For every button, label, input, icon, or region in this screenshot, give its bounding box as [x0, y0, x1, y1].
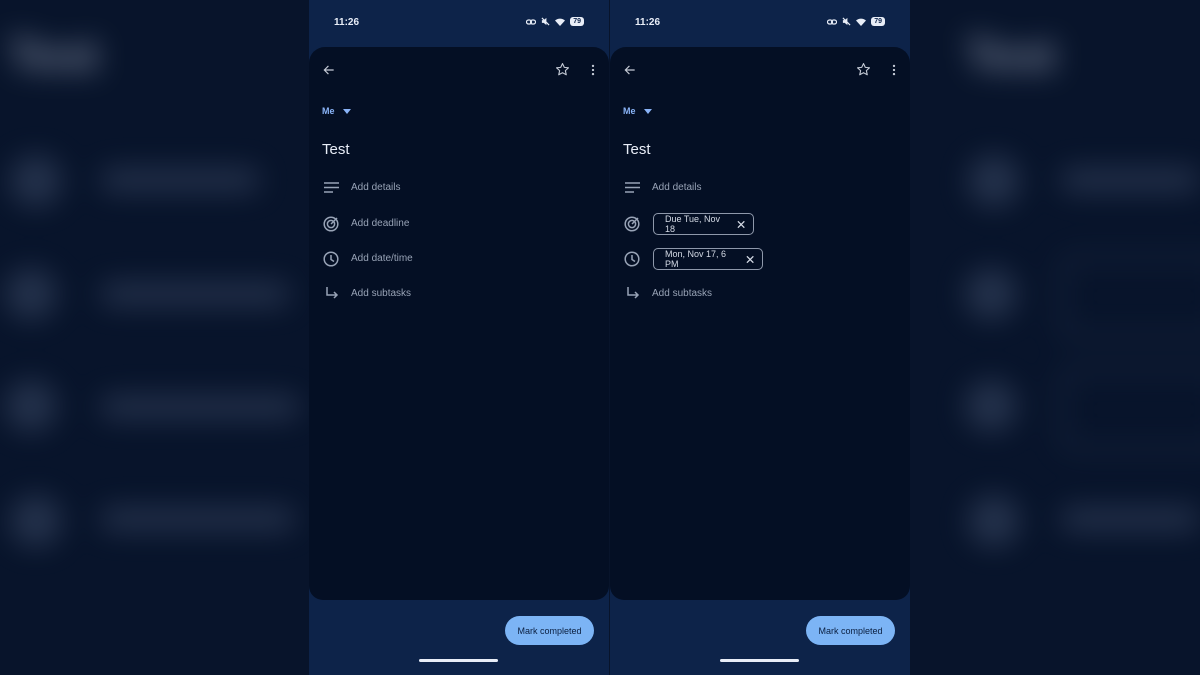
- bg-text: [100, 395, 300, 419]
- home-indicator[interactable]: [720, 659, 799, 662]
- more-vert-icon[interactable]: [890, 63, 898, 77]
- close-icon[interactable]: [737, 220, 745, 229]
- details-lines-icon: [625, 182, 640, 193]
- datetime-chip[interactable]: Mon, Nov 17, 6 PM: [653, 248, 763, 270]
- clock-icon: [624, 251, 640, 267]
- battery-level: 79: [871, 17, 885, 26]
- assignee-label: Me: [623, 106, 636, 116]
- target-icon: [624, 216, 640, 232]
- deadline-chip-label: Due Tue, Nov 18: [665, 214, 721, 234]
- wifi-icon: [856, 18, 867, 26]
- add-deadline-row[interactable]: Add deadline: [351, 218, 409, 229]
- add-datetime-row[interactable]: Add date/time: [351, 253, 413, 264]
- subtask-arrow-icon: [627, 287, 640, 299]
- datetime-chip-label: Mon, Nov 17, 6 PM: [665, 249, 727, 269]
- status-bar: 11:26 79: [334, 17, 584, 31]
- bg-text: [100, 507, 295, 531]
- bg-chip: [1060, 368, 1200, 451]
- details-lines-icon: [324, 182, 339, 193]
- bg-icon: [5, 380, 57, 432]
- assignee-label: Me: [322, 106, 335, 116]
- close-icon[interactable]: [746, 255, 754, 264]
- arrow-left-icon[interactable]: [623, 63, 637, 77]
- mute-icon: [541, 17, 550, 26]
- bg-icon: [968, 495, 1020, 547]
- phone-screen-after: 11:26 79 Me Test Add details Due Tue, No…: [610, 0, 910, 675]
- clock-icon: [323, 251, 339, 267]
- bg-icon: [10, 155, 62, 207]
- bg-title-right: Test: [965, 29, 1057, 81]
- home-indicator[interactable]: [419, 659, 498, 662]
- task-detail-card: Me Test Add details Add deadline Add dat…: [309, 47, 609, 600]
- bg-icon: [965, 268, 1017, 320]
- status-bar: 11:26 79: [635, 17, 885, 31]
- bg-text: [100, 282, 290, 306]
- bg-icon: [965, 380, 1017, 432]
- target-icon: [323, 216, 339, 232]
- status-time: 11:26: [334, 17, 360, 28]
- bg-icon: [5, 268, 57, 320]
- mark-completed-button[interactable]: Mark completed: [505, 616, 594, 645]
- add-details-row[interactable]: Add details: [351, 182, 400, 193]
- battery-level: 79: [570, 17, 584, 26]
- add-subtasks-row[interactable]: Add subtasks: [652, 288, 712, 299]
- caret-down-icon: [342, 108, 351, 114]
- add-details-row[interactable]: Add details: [652, 182, 701, 193]
- bg-chip: [1060, 255, 1200, 338]
- bg-text: [100, 168, 260, 192]
- link-icon: [526, 18, 537, 25]
- subtask-arrow-icon: [326, 287, 339, 299]
- status-time: 11:26: [635, 17, 661, 28]
- deadline-chip[interactable]: Due Tue, Nov 18: [653, 213, 754, 235]
- task-title[interactable]: Test: [623, 141, 651, 158]
- bg-title-left: Test: [8, 29, 100, 81]
- caret-down-icon: [643, 108, 652, 114]
- arrow-left-icon[interactable]: [322, 63, 336, 77]
- more-vert-icon[interactable]: [589, 63, 597, 77]
- mark-completed-button[interactable]: Mark completed: [806, 616, 895, 645]
- wifi-icon: [555, 18, 566, 26]
- bg-icon: [968, 155, 1020, 207]
- phone-screen-before: 11:26 79 Me Test Add details Add deadlin…: [309, 0, 609, 675]
- link-icon: [827, 18, 838, 25]
- bg-text: [1060, 168, 1200, 192]
- task-detail-card: Me Test Add details Due Tue, Nov 18 Mon,…: [610, 47, 910, 600]
- bg-text: [1060, 507, 1200, 531]
- assignee-dropdown[interactable]: Me: [322, 106, 351, 116]
- bg-icon: [10, 495, 62, 547]
- add-subtasks-row[interactable]: Add subtasks: [351, 288, 411, 299]
- star-outline-icon[interactable]: [555, 62, 570, 77]
- star-outline-icon[interactable]: [856, 62, 871, 77]
- mute-icon: [842, 17, 851, 26]
- task-title[interactable]: Test: [322, 141, 350, 158]
- assignee-dropdown[interactable]: Me: [623, 106, 652, 116]
